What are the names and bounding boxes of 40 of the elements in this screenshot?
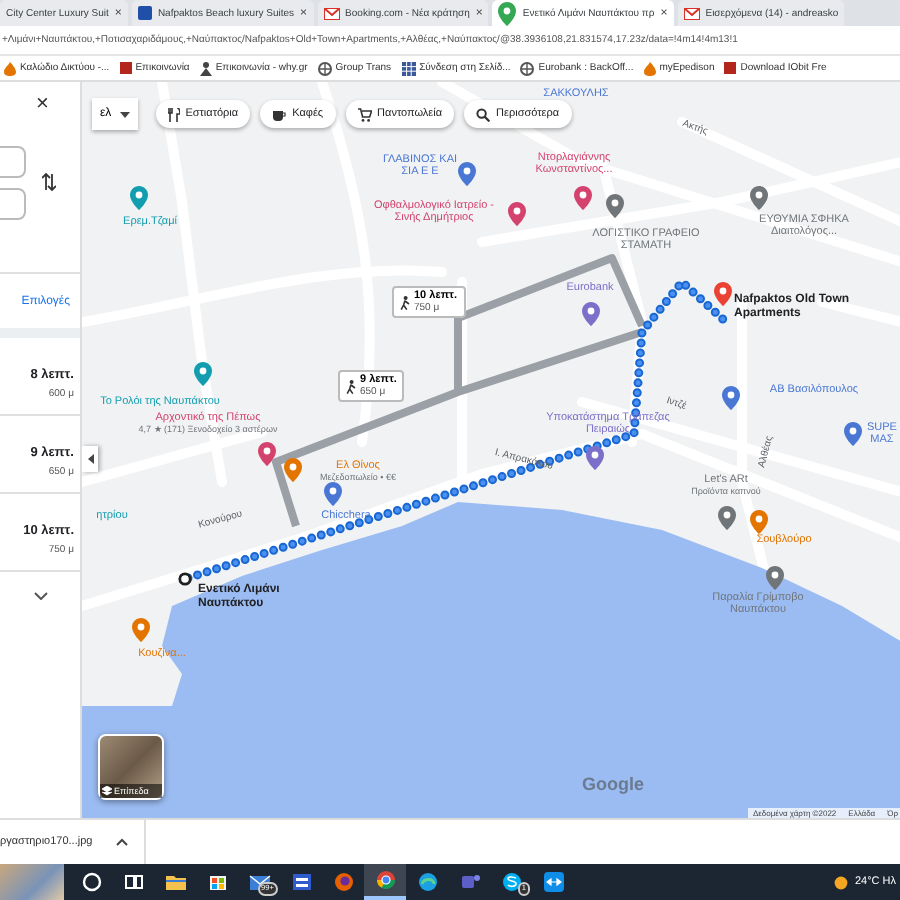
sun-icon — [834, 875, 849, 889]
app-square-icon — [119, 62, 132, 74]
origin-marker-icon — [178, 572, 192, 586]
walking-person-icon — [346, 379, 356, 393]
close-button[interactable]: × — [36, 94, 49, 116]
shopping-bag-icon — [205, 870, 229, 894]
chat-icon — [499, 870, 523, 894]
swap-arrows-icon[interactable] — [42, 172, 56, 192]
flame-icon — [4, 61, 16, 75]
app-window-icon — [289, 870, 313, 894]
layers-icon — [102, 786, 112, 796]
people-icon — [457, 870, 481, 894]
caret-left-icon — [87, 454, 93, 464]
collapse-panel-button[interactable] — [82, 446, 98, 472]
fork-knife-icon — [167, 107, 180, 121]
envelope-icon — [323, 7, 340, 19]
arrows-icon — [541, 870, 565, 894]
person-icon — [199, 61, 212, 75]
grid-icon — [401, 61, 416, 75]
globe-icon — [317, 61, 332, 75]
search-icon — [476, 107, 491, 121]
cart-icon — [357, 107, 372, 121]
search-icon — [79, 870, 103, 894]
app-square-icon — [724, 62, 737, 74]
flame-icon — [643, 61, 656, 75]
task-view-icon — [121, 870, 145, 894]
google-logo: Google — [582, 774, 644, 794]
app-square-icon — [137, 6, 152, 20]
wave-browser-icon — [415, 870, 439, 894]
browser-icon — [373, 868, 397, 892]
news-widget-thumbnail[interactable] — [0, 864, 64, 900]
globe-icon — [520, 61, 535, 75]
globe-browser-icon — [331, 870, 355, 894]
folder-icon — [163, 870, 187, 894]
envelope-icon — [683, 7, 700, 19]
caret-down-icon — [119, 111, 130, 117]
cup-icon — [272, 107, 287, 121]
chevron-down-icon[interactable] — [33, 592, 47, 600]
walking-person-icon — [400, 295, 410, 309]
caret-up-icon[interactable] — [116, 838, 129, 846]
